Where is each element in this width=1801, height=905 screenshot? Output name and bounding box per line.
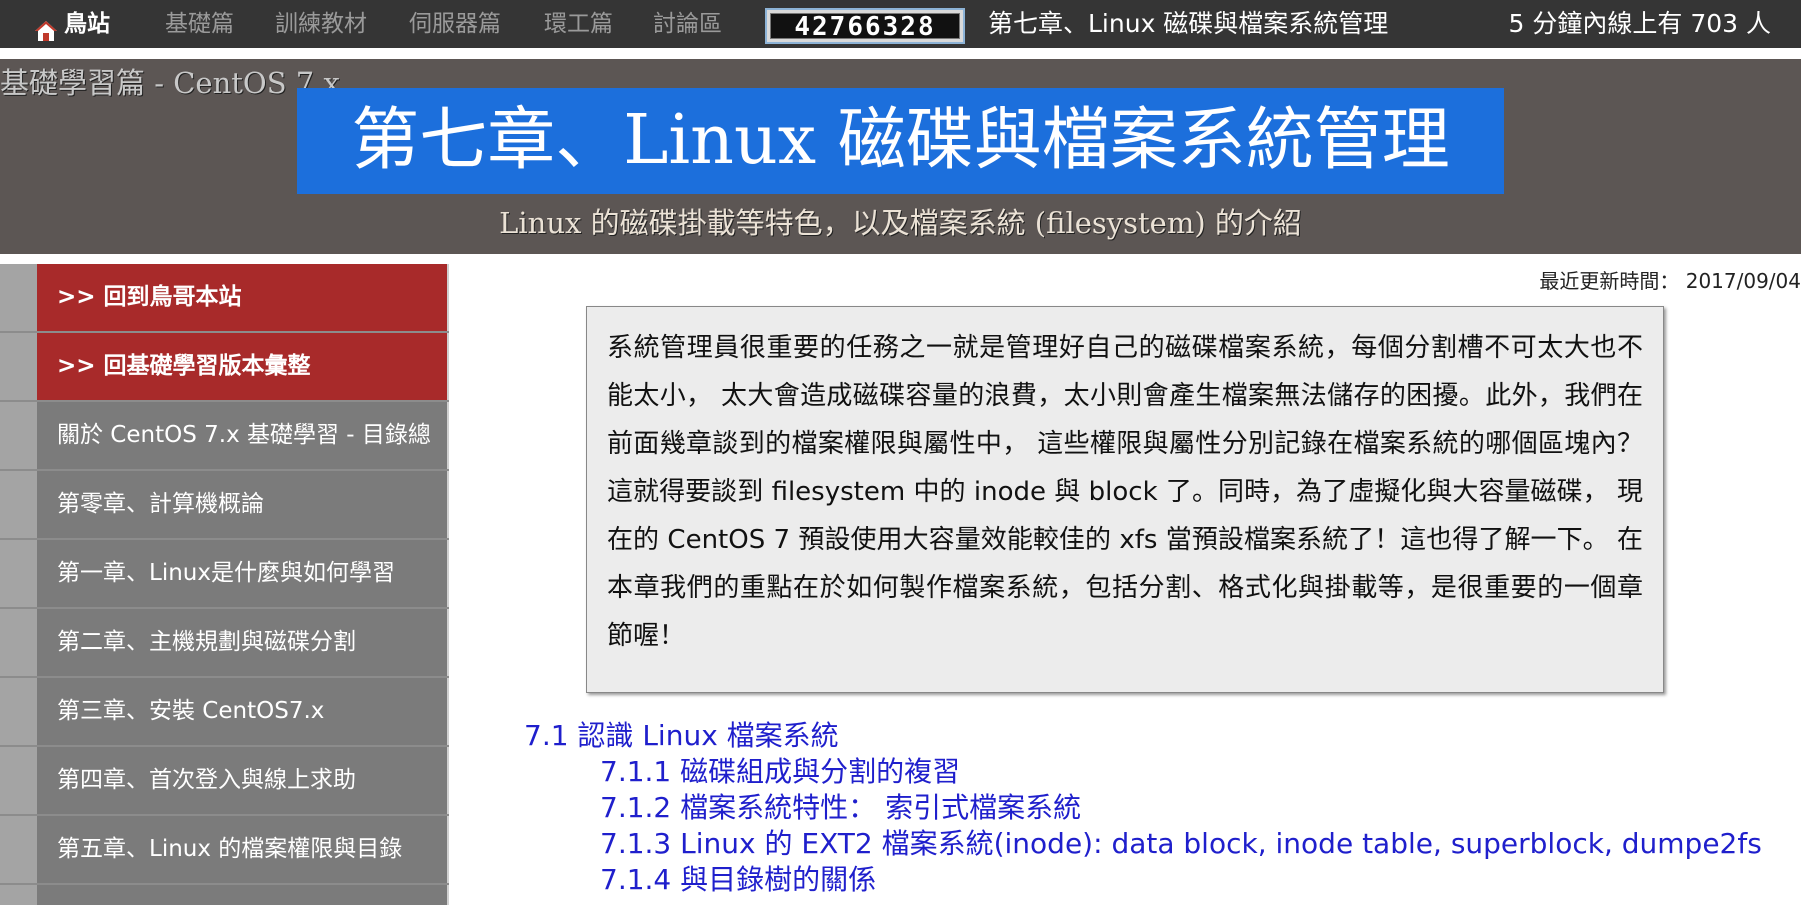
toc-link-7-1-1[interactable]: 7.1.1 磁碟組成與分割的複習 [600,755,960,788]
visit-counter: 42766328 [765,8,965,44]
nav-forum[interactable]: 討論區 [653,0,722,48]
sidebar-item-ch2[interactable]: 第二章、主機規劃與磁碟分割 [37,609,449,676]
nav-training[interactable]: 訓練教材 [275,0,367,48]
toc-sep: , [1257,827,1276,860]
toc-link-7-1-2[interactable]: 7.1.2 檔案系統特性： [600,791,876,824]
toc-link-data-block[interactable]: data block [1111,827,1257,860]
sidebar-item-next[interactable] [37,885,449,905]
toc-item-7-1-3: 7.1.3 Linux 的 EXT2 檔案系統(inode): data blo… [600,826,1762,862]
toc-sep: , [1433,827,1451,860]
online-count: 5 分鐘內線上有 703 人 [1508,9,1771,38]
sidebar-item-back-basic[interactable]: >> 回基礎學習版本彙整 [37,333,449,400]
toc-item-7-1-4: 7.1.4 與目錄樹的關係 [600,862,876,898]
last-updated: 最近更新時間： 2017/09/04 [1539,269,1801,293]
sidebar-item-ch3[interactable]: 第三章、安裝 CentOS7.x [37,678,449,745]
nav-basic[interactable]: 基礎篇 [165,0,234,48]
visit-counter-value: 42766328 [770,13,960,40]
sidebar-item-toc[interactable]: 關於 CentOS 7.x 基礎學習 - 目錄總 [37,402,449,469]
chapter-abstract: 系統管理員很重要的任務之一就是管理好自己的磁碟檔案系統，每個分割槽不可太大也不能… [586,306,1664,693]
sidebar-item-ch1[interactable]: 第一章、Linux是什麼與如何學習 [37,540,449,607]
series-label: 基礎學習篇 - CentOS 7.x [0,66,340,100]
home-label: 鳥站 [64,11,110,37]
top-nav: 鳥站 基礎篇 訓練教材 伺服器篇 環工篇 討論區 42766328 第七章、Li… [0,0,1801,48]
sidebar-item-back-home[interactable]: >> 回到鳥哥本站 [37,264,449,331]
home-icon [34,12,58,41]
nav-server[interactable]: 伺服器篇 [409,0,501,48]
nav-chapter-title: 第七章、Linux 磁碟與檔案系統管理 [988,9,1389,38]
toc-link-7-1-3[interactable]: 7.1.3 Linux 的 EXT2 檔案系統(inode): [600,827,1103,860]
toc-item-7-1-1: 7.1.1 磁碟組成與分割的複習 [600,754,960,790]
toc-link-7-1-2-indexed[interactable]: 索引式檔案系統 [885,791,1081,824]
toc-item-7-1: 7.1 認識 Linux 檔案系統 [524,718,839,754]
page-subtitle: Linux 的磁碟掛載等特色，以及檔案系統 (filesystem) 的介紹 [499,206,1302,240]
home-link[interactable]: 鳥站 [34,0,110,48]
sidebar-item-ch5[interactable]: 第五章、Linux 的檔案權限與目錄 [37,816,449,883]
sidebar-item-ch4[interactable]: 第四章、首次登入與線上求助 [37,747,449,814]
sidebar: >> 回到鳥哥本站 >> 回基礎學習版本彙整 關於 CentOS 7.x 基礎學… [0,264,449,905]
nav-env[interactable]: 環工篇 [544,0,613,48]
toc-link-7-1-4[interactable]: 7.1.4 與目錄樹的關係 [600,863,876,896]
page-title: 第七章、Linux 磁碟與檔案系統管理 [351,101,1450,180]
toc-link-superblock[interactable]: superblock [1451,827,1604,860]
toc-link-inode-table[interactable]: inode table [1276,827,1433,860]
sidebar-item-ch0[interactable]: 第零章、計算機概論 [37,471,449,538]
toc-link-7-1[interactable]: 7.1 認識 Linux 檔案系統 [524,719,839,752]
toc-item-7-1-2: 7.1.2 檔案系統特性： 索引式檔案系統 [600,790,1081,826]
toc-link-dumpe2fs[interactable]: dumpe2fs [1622,827,1762,860]
toc-sep: , [1603,827,1622,860]
